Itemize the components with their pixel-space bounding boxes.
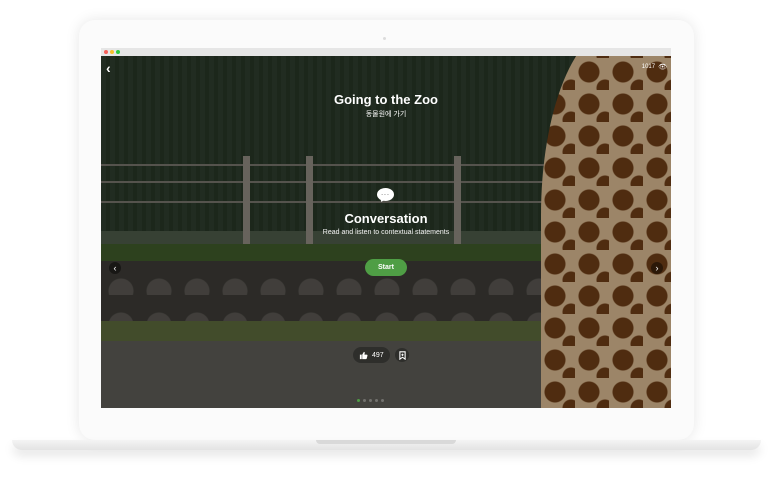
mode-title: Conversation (344, 211, 428, 226)
window-minimize-button[interactable] (110, 50, 114, 54)
lesson-screen: ‹ 1017 👁 Going to the Zoo 동물원에 가기 ... Co… (101, 56, 671, 408)
chevron-right-icon: › (655, 263, 659, 273)
chevron-left-icon: ‹ (113, 263, 117, 273)
laptop-base-notch (316, 440, 456, 444)
pager-dot[interactable] (363, 399, 366, 402)
window-titlebar (101, 48, 671, 56)
eye-icon: 👁 (658, 64, 667, 71)
bookmark-icon (398, 350, 406, 360)
lesson-title: Going to the Zoo (334, 92, 438, 107)
bookmark-button[interactable] (395, 348, 409, 362)
back-button[interactable]: ‹ (106, 60, 111, 76)
previous-slide-button[interactable]: ‹ (109, 262, 121, 274)
lesson-subtitle: 동물원에 가기 (365, 111, 407, 118)
chevron-left-icon: ‹ (106, 60, 111, 76)
next-slide-button[interactable]: › (651, 262, 663, 274)
window-close-button[interactable] (104, 50, 108, 54)
thumbs-up-icon (359, 351, 368, 359)
view-count-value: 1017 (641, 64, 656, 70)
view-count: 1017 👁 (642, 63, 667, 71)
slide-pager (357, 399, 384, 402)
start-button[interactable]: Start (365, 259, 407, 276)
pager-dot[interactable] (381, 399, 384, 402)
pager-dot[interactable] (375, 399, 378, 402)
mode-description: Read and listen to contextual statements (322, 229, 450, 236)
pager-dot[interactable] (369, 399, 372, 402)
like-count: 497 (372, 351, 384, 359)
camera-dot (383, 37, 386, 40)
like-button[interactable]: 497 (353, 347, 390, 363)
window-maximize-button[interactable] (116, 50, 120, 54)
pager-dot[interactable] (357, 399, 360, 402)
